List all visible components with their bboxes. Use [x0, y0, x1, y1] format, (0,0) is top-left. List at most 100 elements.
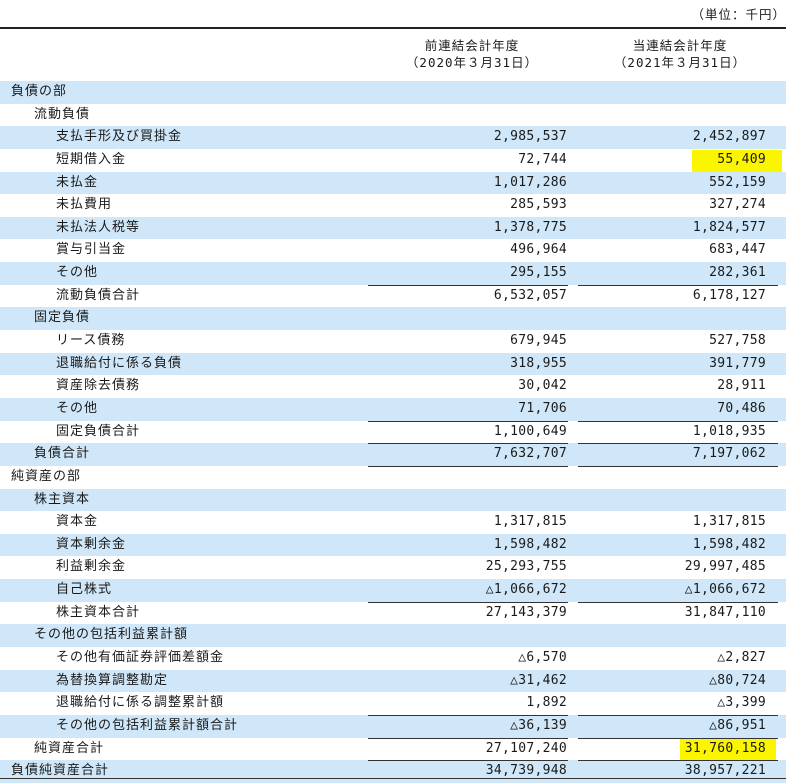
- prev-value: 7,632,707: [493, 446, 567, 462]
- cur-value: 527,758: [709, 333, 766, 349]
- prev-value: 679,945: [510, 333, 567, 349]
- table-row: その他 295,155 282,361: [0, 262, 786, 285]
- cur-year-date: （2021年３月31日）: [613, 55, 747, 70]
- table-row: 流動負債: [0, 104, 786, 127]
- cur-value: 38,957,221: [684, 763, 766, 779]
- prev-value: 27,143,379: [485, 604, 567, 620]
- cur-value: 70,486: [717, 400, 766, 416]
- row-label: 退職給付に係る調整累計額: [56, 695, 225, 711]
- row-label: 流動負債合計: [56, 287, 141, 303]
- table-row: 未払費用 285,593 327,274: [0, 194, 786, 217]
- unit-label: （単位：千円）: [691, 7, 786, 22]
- table-row: 株主資本: [0, 488, 786, 512]
- cur-value: 6,178,127: [692, 287, 766, 303]
- cur-value: 28,911: [717, 378, 766, 394]
- balance-sheet-table: 負債の部 流動負債 支払手形及び買掛金 2,985,537 2,452,897 …: [0, 81, 786, 783]
- prev-value: 6,532,057: [493, 287, 567, 303]
- total-rule: [368, 465, 568, 467]
- prev-year-date: （2020年３月31日）: [405, 55, 539, 70]
- prev-value: △36,139: [510, 717, 567, 733]
- cur-value: 282,361: [709, 265, 766, 281]
- prev-value: △6,570: [518, 650, 567, 666]
- table-row: 負債の部: [0, 81, 786, 104]
- row-label: 自己株式: [56, 582, 113, 598]
- table-row: 資本金 1,317,815 1,317,815: [0, 511, 786, 534]
- row-label: 退職給付に係る負債: [56, 355, 183, 371]
- row-label: 負債合計: [34, 446, 91, 462]
- row-label: 未払法人税等: [56, 219, 141, 235]
- column-header: 前連結会計年度 （2020年３月31日） 当連結会計年度 （2021年３月31日…: [0, 29, 786, 80]
- prev-value: 1,378,775: [493, 219, 567, 235]
- table-row: その他の包括利益累計額: [0, 624, 786, 648]
- prev-year-title: 前連結会計年度: [424, 38, 520, 53]
- prev-value: 496,964: [510, 242, 567, 258]
- prev-value: 34,739,948: [485, 763, 567, 779]
- cur-value: 552,159: [709, 174, 766, 190]
- table-row: 流動負債合計 6,532,057 6,178,127: [0, 284, 786, 308]
- prev-value: 71,706: [518, 400, 567, 416]
- cur-value: 2,452,897: [692, 129, 766, 145]
- table-row: 支払手形及び買掛金 2,985,537 2,452,897: [0, 126, 786, 149]
- prev-value: 1,598,482: [493, 536, 567, 552]
- row-label: その他: [56, 400, 99, 416]
- table-row: 純資産の部: [0, 465, 786, 489]
- cur-value: 1,018,935: [692, 423, 766, 439]
- cur-year-header: 当連結会計年度 （2021年３月31日）: [580, 37, 780, 71]
- cur-value: 1,824,577: [692, 219, 766, 235]
- table-row: その他の包括利益累計額合計 △36,139 △86,951: [0, 714, 786, 738]
- table-row: 未払金 1,017,286 552,159: [0, 171, 786, 195]
- table-row: その他有価証券評価差額金 △6,570 △2,827: [0, 647, 786, 670]
- prev-value: 285,593: [510, 197, 567, 213]
- row-label: 為替換算調整勘定: [56, 672, 169, 688]
- row-label: 短期借入金: [56, 151, 127, 167]
- row-label: その他の包括利益累計額: [34, 627, 189, 643]
- prev-value: 2,985,537: [493, 129, 567, 145]
- table-row: 資産除去債務 30,042 28,911: [0, 375, 786, 398]
- cur-value: △3,399: [717, 695, 766, 711]
- cur-value: △80,724: [709, 672, 766, 688]
- cur-year-title: 当連結会計年度: [632, 38, 728, 53]
- prev-value: △1,066,672: [485, 582, 567, 598]
- cur-value: 327,274: [709, 197, 766, 213]
- cur-value: 29,997,485: [684, 559, 766, 575]
- table-row: 負債合計 7,632,707 7,197,062: [0, 443, 786, 466]
- prev-value: 72,744: [518, 151, 567, 167]
- table-bottom-rule: [0, 778, 786, 779]
- prev-value: 318,955: [510, 355, 567, 371]
- row-label: 資本金: [56, 514, 99, 530]
- cur-value: △1,066,672: [684, 582, 766, 598]
- prev-value: 1,100,649: [493, 423, 567, 439]
- row-label: 負債純資産合計: [11, 763, 110, 779]
- row-label: その他: [56, 265, 99, 281]
- table-row: 純資産合計 27,107,240 31,760,158: [0, 737, 786, 761]
- row-label: 流動負債: [34, 106, 91, 122]
- row-label: 固定負債合計: [56, 423, 141, 439]
- row-label: 純資産の部: [11, 468, 82, 484]
- table-row: 固定負債: [0, 307, 786, 331]
- table-row: 退職給付に係る負債 318,955 391,779: [0, 352, 786, 376]
- prev-year-header: 前連結会計年度 （2020年３月31日）: [372, 37, 572, 71]
- cur-value: △86,951: [709, 717, 766, 733]
- row-label: 資本剰余金: [56, 536, 127, 552]
- table-row: 資本剰余金 1,598,482 1,598,482: [0, 533, 786, 557]
- row-label: 純資産合計: [34, 740, 105, 756]
- table-row: リース債務 679,945 527,758: [0, 330, 786, 353]
- row-label: 株主資本: [34, 491, 91, 507]
- cur-value: △2,827: [717, 650, 766, 666]
- row-label: その他の包括利益累計額合計: [56, 717, 239, 733]
- row-label: 支払手形及び買掛金: [56, 129, 183, 145]
- row-label: 資産除去債務: [56, 378, 141, 394]
- prev-value: 30,042: [518, 378, 567, 394]
- prev-value: 25,293,755: [485, 559, 567, 575]
- row-label: 固定負債: [34, 310, 91, 326]
- table-row: 未払法人税等 1,378,775 1,824,577: [0, 216, 786, 240]
- table-row: 株主資本合計 27,143,379 31,847,110: [0, 601, 786, 625]
- table-row: 為替換算調整勘定 △31,462 △80,724: [0, 669, 786, 693]
- cur-value: 683,447: [709, 242, 766, 258]
- prev-value: 1,892: [526, 695, 567, 711]
- prev-value: △31,462: [510, 672, 567, 688]
- cur-value: 1,598,482: [692, 536, 766, 552]
- cur-value: 7,197,062: [692, 446, 766, 462]
- cur-value-highlighted: 31,760,158: [684, 740, 766, 756]
- row-label: 株主資本合計: [56, 604, 141, 620]
